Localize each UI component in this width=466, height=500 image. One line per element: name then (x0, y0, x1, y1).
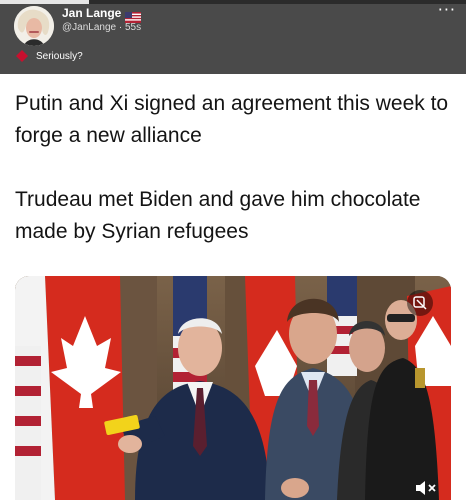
handle[interactable]: @JanLange (62, 22, 116, 33)
mute-icon[interactable] (413, 478, 439, 498)
us-flag-left (15, 346, 41, 500)
tweet-video[interactable] (15, 276, 451, 500)
comment-text: Seriously? (36, 50, 83, 62)
author-name-row: Jan Lange (62, 6, 142, 23)
post-time: 55s (125, 22, 142, 33)
tweet-paragraph-1: Putin and Xi signed an agreement this we… (15, 92, 449, 147)
tweet-body: Putin and Xi signed an agreement this we… (15, 88, 455, 248)
video-frame (15, 276, 451, 500)
tweet-paragraph-2: Trudeau met Biden and gave him chocolate… (15, 188, 421, 243)
post-header: Jan Lange @JanLange · 55s ··· Seriously? (0, 0, 466, 74)
repost-icon[interactable] (407, 290, 433, 316)
us-flag-icon (125, 8, 142, 23)
video-progress-track[interactable] (0, 0, 466, 4)
display-name[interactable]: Jan Lange (62, 6, 121, 20)
video-progress-fill (0, 0, 89, 4)
more-dots-icon[interactable]: ··· (438, 0, 456, 19)
handle-row: @JanLange · 55s (62, 22, 141, 33)
avatar[interactable] (14, 6, 54, 46)
red-diamond-icon (16, 50, 28, 62)
quote-comment: Seriously? (16, 50, 83, 62)
separator: · (118, 22, 123, 33)
